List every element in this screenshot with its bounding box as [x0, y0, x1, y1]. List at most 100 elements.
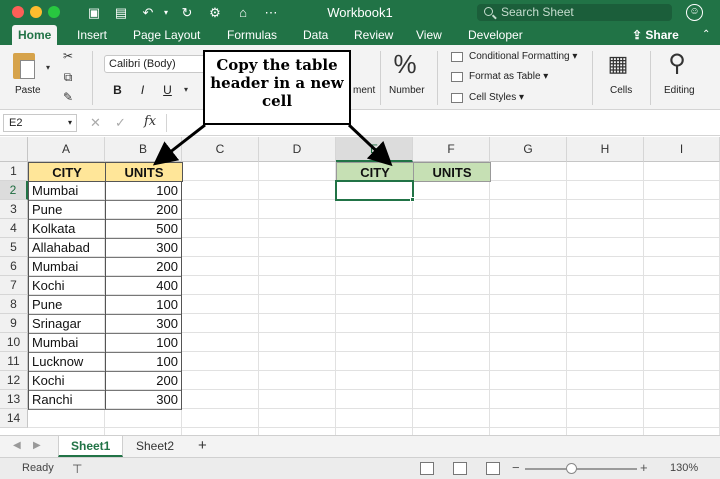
table-cell-units[interactable]: 100	[105, 352, 182, 372]
name-box[interactable]: E2 ▾	[3, 114, 77, 132]
page-layout-view-icon[interactable]	[453, 462, 467, 475]
search-input[interactable]: Search Sheet	[477, 4, 672, 21]
table-header-city[interactable]: CITY	[28, 162, 106, 182]
row-header-2[interactable]: 2	[0, 181, 28, 200]
tab-view[interactable]: View	[410, 25, 448, 45]
table-cell-units[interactable]: 300	[105, 238, 182, 258]
cells-label[interactable]: Cells	[610, 85, 632, 96]
name-box-dropdown-icon[interactable]: ▾	[68, 115, 72, 131]
editing-label[interactable]: Editing	[664, 85, 695, 96]
table-cell-city[interactable]: Kochi	[28, 276, 106, 296]
table-cell-units[interactable]: 200	[105, 257, 182, 277]
row-header-3[interactable]: 3	[0, 200, 28, 219]
table-cell-city[interactable]: Mumbai	[28, 257, 106, 277]
tab-developer[interactable]: Developer	[462, 25, 529, 45]
conditional-formatting-button[interactable]: Conditional Formatting ▾	[451, 49, 577, 65]
percent-icon[interactable]: %	[390, 49, 420, 80]
row-header-6[interactable]: 6	[0, 257, 28, 276]
next-sheet-icon[interactable]: ▶	[33, 440, 41, 451]
page-break-view-icon[interactable]	[486, 462, 500, 475]
row-header-12[interactable]: 12	[0, 371, 28, 390]
zoom-slider-knob[interactable]	[566, 463, 577, 474]
share-button[interactable]: ⇪ Share	[632, 26, 679, 44]
table-header-units[interactable]: UNITS	[105, 162, 183, 182]
table-cell-city[interactable]: Allahabad	[28, 238, 106, 258]
paste-label[interactable]: Paste	[15, 85, 41, 96]
underline-button[interactable]: U	[159, 82, 176, 99]
table-cell-city[interactable]: Mumbai	[28, 333, 106, 353]
column-header-d[interactable]: D	[259, 137, 336, 162]
tab-review[interactable]: Review	[348, 25, 399, 45]
editing-search-icon[interactable]: ⚲	[662, 49, 692, 78]
sheet-tab-sheet2[interactable]: Sheet2	[124, 436, 186, 457]
row-header-5[interactable]: 5	[0, 238, 28, 257]
bold-button[interactable]: B	[109, 82, 126, 99]
table-cell-units[interactable]: 300	[105, 390, 182, 410]
row-header-10[interactable]: 10	[0, 333, 28, 352]
column-header-c[interactable]: C	[182, 137, 259, 162]
row-header-4[interactable]: 4	[0, 219, 28, 238]
table-cell-units[interactable]: 300	[105, 314, 182, 334]
cell-styles-button[interactable]: Cell Styles ▾	[451, 90, 524, 106]
zoom-out-button[interactable]: −	[512, 460, 520, 475]
table-cell-city[interactable]: Kolkata	[28, 219, 106, 239]
row-header-13[interactable]: 13	[0, 390, 28, 409]
row-header-9[interactable]: 9	[0, 314, 28, 333]
row-header-14[interactable]: 14	[0, 409, 28, 428]
table-cell-units[interactable]: 200	[105, 371, 182, 391]
table-cell-units[interactable]: 400	[105, 276, 182, 296]
paste-icon[interactable]	[13, 53, 35, 79]
column-header-g[interactable]: G	[490, 137, 567, 162]
italic-button[interactable]: I	[134, 82, 151, 99]
row-header-11[interactable]: 11	[0, 352, 28, 371]
cancel-icon[interactable]: ✕	[90, 115, 101, 131]
zoom-level[interactable]: 130%	[670, 462, 698, 474]
row-header-8[interactable]: 8	[0, 295, 28, 314]
column-header-b[interactable]: B	[105, 137, 182, 162]
insert-function-button[interactable]: fx	[144, 114, 156, 129]
zoom-slider[interactable]	[525, 468, 637, 470]
copied-header-units[interactable]: UNITS	[413, 162, 491, 182]
worksheet-grid[interactable]: A B C D E F G H I 1 2 3 4 5 6 7 8 9 10 11 12 13 14 CITY UNITS Mum…	[0, 137, 720, 435]
table-cell-city[interactable]: Mumbai	[28, 181, 106, 201]
column-header-f[interactable]: F	[413, 137, 490, 162]
tab-formulas[interactable]: Formulas	[221, 25, 283, 45]
cut-icon[interactable]: ✂	[60, 49, 76, 63]
table-cell-units[interactable]: 100	[105, 295, 182, 315]
table-cell-city[interactable]: Pune	[28, 200, 106, 220]
underline-dropdown-icon[interactable]: ▾	[178, 83, 194, 97]
table-cell-city[interactable]: Pune	[28, 295, 106, 315]
collapse-ribbon-icon[interactable]: ⌃	[702, 29, 710, 40]
prev-sheet-icon[interactable]: ◀	[13, 440, 21, 451]
format-as-table-button[interactable]: Format as Table ▾	[451, 69, 548, 85]
column-header-e[interactable]: E	[336, 137, 413, 162]
select-all-corner[interactable]	[0, 137, 28, 162]
tab-page-layout[interactable]: Page Layout	[127, 25, 206, 45]
zoom-in-button[interactable]: +	[640, 460, 648, 475]
font-name-select[interactable]: Calibri (Body)	[104, 55, 206, 73]
row-header-1[interactable]: 1	[0, 162, 28, 181]
confirm-icon[interactable]: ✓	[115, 115, 126, 131]
table-cell-city[interactable]: Srinagar	[28, 314, 106, 334]
feedback-smiley-icon[interactable]: ☺	[686, 4, 703, 21]
column-header-i[interactable]: I	[644, 137, 720, 162]
tab-insert[interactable]: Insert	[71, 25, 113, 45]
active-cell-e2[interactable]	[335, 180, 414, 201]
table-cell-units[interactable]: 100	[105, 181, 182, 201]
number-label[interactable]: Number	[389, 85, 425, 96]
table-cell-city[interactable]: Kochi	[28, 371, 106, 391]
tab-data[interactable]: Data	[297, 25, 334, 45]
column-header-a[interactable]: A	[28, 137, 105, 162]
table-cell-units[interactable]: 200	[105, 200, 182, 220]
column-header-h[interactable]: H	[567, 137, 644, 162]
macro-record-icon[interactable]: ⊤	[72, 462, 82, 476]
copy-icon[interactable]: ⧉	[60, 70, 76, 84]
paste-dropdown-icon[interactable]: ▾	[40, 61, 56, 75]
copied-header-city[interactable]: CITY	[336, 162, 414, 182]
normal-view-icon[interactable]	[420, 462, 434, 475]
alignment-label[interactable]: ment	[353, 85, 375, 96]
fill-handle[interactable]	[410, 197, 415, 202]
table-cell-units[interactable]: 100	[105, 333, 182, 353]
add-sheet-button[interactable]: +	[198, 437, 207, 454]
sheet-tab-sheet1[interactable]: Sheet1	[58, 436, 124, 457]
